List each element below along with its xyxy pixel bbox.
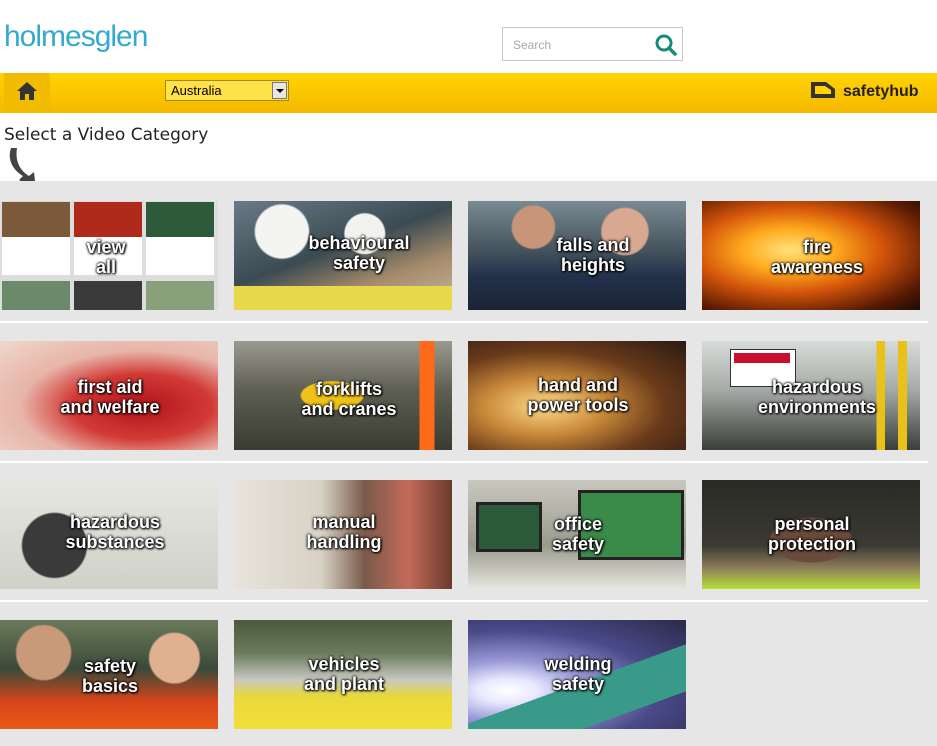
category-label: hand and power tools	[527, 375, 629, 415]
category-label: hazardous environments	[757, 377, 877, 417]
nav-bar	[0, 73, 937, 113]
category-grid: view all behavioural safety falls and he…	[0, 181, 937, 746]
category-label: view all	[86, 237, 126, 277]
category-label: welding safety	[544, 654, 612, 694]
holmesglen-logo[interactable]: holmesglen	[4, 20, 148, 54]
category-label: falls and heights	[556, 235, 630, 275]
category-tile-vehicles-and-plant[interactable]: vehicles and plant	[234, 620, 452, 729]
category-label: office safety	[551, 514, 605, 554]
home-icon	[16, 81, 38, 105]
country-select[interactable]: Australia	[165, 80, 289, 101]
category-label: vehicles and plant	[304, 654, 384, 694]
category-tile-forklifts-and-cranes[interactable]: forklifts and cranes	[234, 341, 452, 450]
category-label: first aid and welfare	[60, 377, 160, 417]
category-label: hazardous substances	[65, 512, 165, 552]
safetyhub-logo[interactable]: safetyhub	[808, 79, 919, 105]
category-label: manual handling	[306, 512, 382, 552]
category-label: safety basics	[81, 656, 139, 696]
home-button[interactable]	[4, 73, 50, 113]
category-label: forklifts and cranes	[301, 379, 397, 419]
category-label: personal protection	[768, 514, 856, 554]
category-tile-hazardous-environments[interactable]: hazardous environments	[702, 341, 920, 450]
country-select-value: Australia	[171, 83, 222, 98]
thumb-angle-grinder	[2, 202, 70, 275]
category-tile-fire-awareness[interactable]: fire awareness	[702, 201, 920, 310]
row-divider	[0, 461, 928, 463]
category-tile-first-aid-and-welfare[interactable]: first aid and welfare	[0, 341, 218, 450]
category-tile-hazardous-substances[interactable]: hazardous substances	[0, 480, 218, 589]
safetyhub-icon	[808, 79, 838, 105]
search-input[interactable]	[511, 34, 645, 56]
category-tile-office-safety[interactable]: office safety	[468, 480, 686, 589]
category-label: behavioural safety	[308, 233, 410, 273]
category-tile-hand-and-power-tools[interactable]: hand and power tools	[468, 341, 686, 450]
page-title: Select a Video Category	[4, 125, 209, 145]
safetyhub-text: safetyhub	[843, 83, 919, 100]
row-divider	[0, 600, 928, 602]
category-tile-manual-handling[interactable]: manual handling	[234, 480, 452, 589]
category-tile-falls-and-heights[interactable]: falls and heights	[468, 201, 686, 310]
search-box	[502, 27, 683, 61]
category-tile-welding-safety[interactable]: welding safety	[468, 620, 686, 729]
category-tile-safety-basics[interactable]: safety basics	[0, 620, 218, 729]
category-tile-personal-protection[interactable]: personal protection	[702, 480, 920, 589]
chevron-down-icon[interactable]	[272, 82, 287, 99]
category-tile-view-all[interactable]: view all	[0, 201, 218, 310]
category-tile-behavioural-safety[interactable]: behavioural safety	[234, 201, 452, 310]
row-divider	[0, 321, 928, 323]
search-icon[interactable]	[654, 33, 678, 57]
category-label: fire awareness	[770, 237, 864, 277]
